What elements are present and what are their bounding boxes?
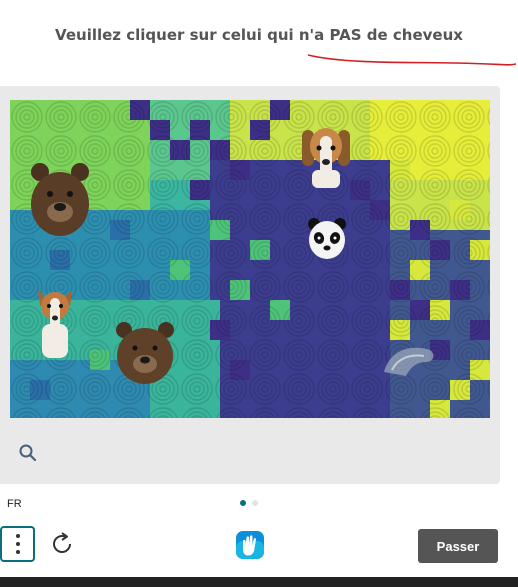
challenge-image[interactable] <box>10 100 490 418</box>
hcaptcha-logo-icon <box>236 531 264 559</box>
search-icon[interactable] <box>18 443 38 463</box>
page-dot-1-active[interactable] <box>240 500 246 506</box>
language-selector[interactable]: FR <box>7 498 22 510</box>
panda-animal[interactable] <box>306 216 348 262</box>
hairless-creature-animal[interactable] <box>380 340 438 380</box>
bear-animal-1[interactable] <box>28 160 92 238</box>
bottom-bar <box>0 577 518 587</box>
menu-dot-icon <box>15 534 20 538</box>
bear-animal-2[interactable] <box>114 320 176 386</box>
menu-dot-icon <box>15 550 20 554</box>
prompt-text: Veuillez cliquer sur celui qui n'a PAS d… <box>55 26 463 44</box>
menu-button[interactable] <box>0 526 35 562</box>
refresh-icon[interactable] <box>49 531 75 557</box>
page-dot-2[interactable] <box>252 500 258 506</box>
skip-button[interactable]: Passer <box>418 529 498 563</box>
menu-dot-icon <box>15 542 20 546</box>
challenge-card <box>0 86 500 484</box>
red-annotation-line <box>307 54 517 66</box>
beagle-dog-animal[interactable] <box>298 122 354 188</box>
jack-russell-dog-animal[interactable] <box>32 284 78 358</box>
